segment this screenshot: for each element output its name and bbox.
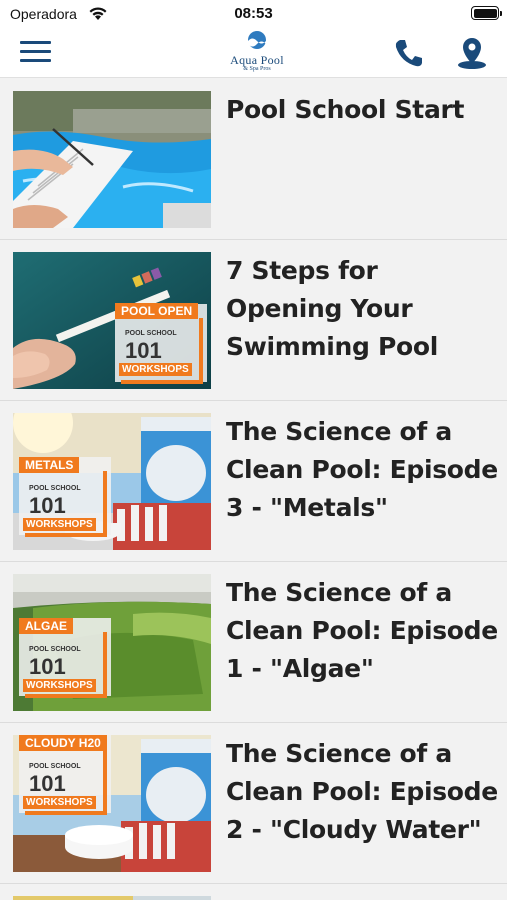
item-title: 7 Steps for Opening Your Swimming Pool xyxy=(226,256,439,361)
badge-pool-school: POOL SCHOOL xyxy=(29,763,81,770)
item-title: The Science of a Clean Pool: Episode 3 -… xyxy=(226,417,498,522)
badge-workshops: WORKSHOPS xyxy=(119,363,192,376)
badge-number: 101 xyxy=(29,493,66,518)
workshop-badge: CLOUDY H20 POOL SCHOOL 101 WORKSHOPS xyxy=(19,735,111,815)
badge-pool-school: POOL SCHOOL xyxy=(125,330,177,337)
logo-subtitle: & Spa Pros xyxy=(243,66,271,72)
wave-logo-icon xyxy=(248,31,266,49)
thumbnail-pool-school-start xyxy=(13,91,211,228)
badge-number: 101 xyxy=(29,654,66,679)
logo-name: Aqua Pool xyxy=(230,53,284,67)
badge-pool-school: POOL SCHOOL xyxy=(29,485,81,492)
badge-number: 101 xyxy=(125,338,162,363)
clock: 08:53 xyxy=(234,5,273,22)
badge-topic: POOL OPEN xyxy=(115,303,199,319)
list-item[interactable]: Pool School Start xyxy=(0,79,507,240)
badge-pool-school: POOL SCHOOL xyxy=(29,646,81,653)
item-title: The Science of a Clean Pool: Episode 1 -… xyxy=(226,578,498,683)
workshop-badge: POOL OPEN POOL SCHOOL 101 WORKSHOPS xyxy=(115,303,207,384)
list-item[interactable]: ALGAE POOL SCHOOL 101 WORKSHOPS The Scie… xyxy=(0,562,507,723)
item-title: Pool School Start xyxy=(226,95,465,124)
workshop-badge: METALS POOL SCHOOL 101 WORKSHOPS xyxy=(19,457,111,537)
workshop-badge: ALGAE POOL SCHOOL 101 WORKSHOPS xyxy=(19,618,111,698)
badge-workshops: WORKSHOPS xyxy=(23,518,96,531)
badge-workshops: WORKSHOPS xyxy=(23,679,96,692)
thumbnail-pool-open: POOL OPEN POOL SCHOOL 101 WORKSHOPS xyxy=(13,252,211,389)
badge-workshops: WORKSHOPS xyxy=(23,796,96,809)
list-item[interactable]: POOL OPEN POOL SCHOOL 101 WORKSHOPS 7 St… xyxy=(0,240,507,401)
app-header: Aqua Pool & Spa Pros xyxy=(0,28,507,78)
battery-icon xyxy=(471,6,502,20)
list-item[interactable]: METALS POOL SCHOOL 101 WORKSHOPS The Sci… xyxy=(0,401,507,562)
thumbnail-next xyxy=(13,896,211,900)
list-item[interactable] xyxy=(0,884,507,900)
map-pin-icon[interactable] xyxy=(456,36,488,70)
phone-icon[interactable] xyxy=(392,36,426,70)
battery-fill xyxy=(473,8,497,18)
status-bar: Operadora 08:53 xyxy=(0,0,507,28)
thumbnail-cloudy-water: CLOUDY H20 POOL SCHOOL 101 WORKSHOPS xyxy=(13,735,211,872)
item-title: The Science of a Clean Pool: Episode 2 -… xyxy=(226,739,498,844)
badge-number: 101 xyxy=(29,771,66,796)
workshop-list: Pool School Start POOL OPEN POOL SCHOOL … xyxy=(0,79,507,900)
thumbnail-metals: METALS POOL SCHOOL 101 WORKSHOPS xyxy=(13,413,211,550)
hamburger-menu-icon[interactable] xyxy=(20,41,51,63)
list-item[interactable]: CLOUDY H20 POOL SCHOOL 101 WORKSHOPS The… xyxy=(0,723,507,884)
thumbnail-algae: ALGAE POOL SCHOOL 101 WORKSHOPS xyxy=(13,574,211,711)
app-logo: Aqua Pool & Spa Pros xyxy=(222,30,292,76)
